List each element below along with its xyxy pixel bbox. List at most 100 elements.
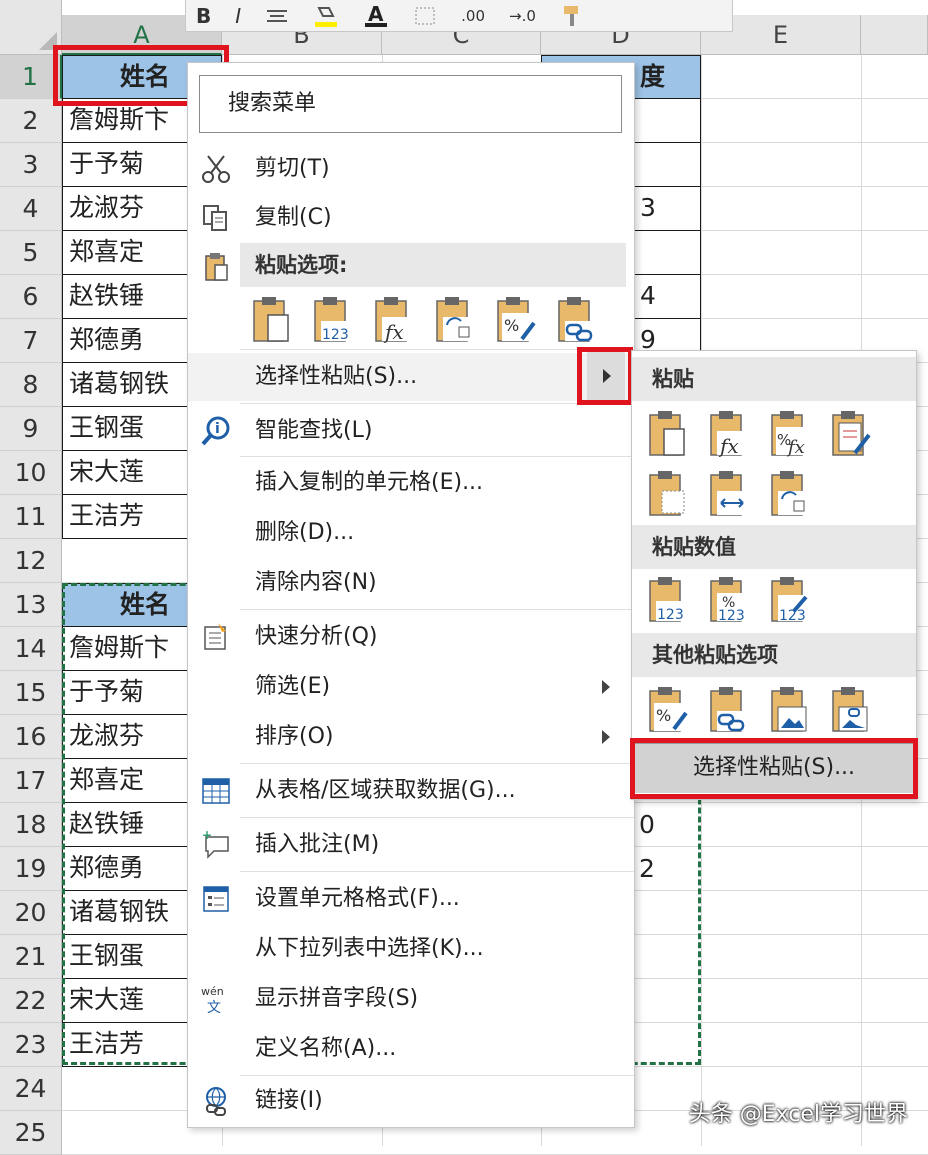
paste-link-icon[interactable]	[555, 295, 597, 345]
sort-submenu-arrow-icon	[602, 730, 610, 744]
paste-options-heading: 粘贴选项:	[240, 243, 626, 287]
menu-item-link[interactable]: 链接(I)	[188, 1077, 634, 1125]
menu-item-paste-special[interactable]: 选择性粘贴(S)...	[188, 353, 634, 401]
fill-color-icon[interactable]	[313, 2, 339, 30]
menu-item-sort[interactable]: 排序(O)	[188, 713, 634, 761]
row-header-21[interactable]: 21	[0, 935, 62, 979]
column-header-f[interactable]	[861, 15, 928, 55]
row-header-11[interactable]: 11	[0, 495, 62, 539]
menu-item-show-phonetic[interactable]: wén 文 显示拼音字段(S)	[188, 975, 634, 1023]
row-header-24[interactable]: 24	[0, 1067, 62, 1111]
menu-item-smart-lookup[interactable]: i 智能查找(L)	[188, 407, 634, 455]
row-header-8[interactable]: 8	[0, 363, 62, 407]
sub-formatting-icon[interactable]: %	[646, 685, 688, 735]
sub-paste-link-icon[interactable]	[707, 685, 749, 735]
paste-special-submenu: 粘贴 粘贴数值 其他粘贴选项 fx% fx 123% 123 123% 选择性粘贴(S)…	[631, 350, 917, 800]
svg-text:A: A	[368, 3, 384, 26]
row-header-3[interactable]: 3	[0, 143, 62, 187]
copy-icon	[203, 205, 227, 231]
font-color-icon[interactable]: A	[363, 2, 389, 30]
row-header-4[interactable]: 4	[0, 187, 62, 231]
paste-values-icon[interactable]: 123	[311, 295, 353, 345]
menu-item-insert-comment-label: 插入批注(M)	[255, 832, 380, 857]
menu-item-clear-contents-label: 清除内容(N)	[255, 570, 377, 595]
menu-item-pick-from-list[interactable]: 从下拉列表中选择(K)...	[188, 925, 634, 973]
menu-item-insert-copied[interactable]: 插入复制的单元格(E)...	[188, 459, 634, 507]
comment-icon: +	[202, 829, 229, 859]
svg-text:i: i	[215, 421, 220, 437]
sub-paste-formulas-icon[interactable]: fx	[707, 409, 749, 459]
menu-item-define-name[interactable]: 定义名称(A)...	[188, 1025, 634, 1073]
row-header-10[interactable]: 10	[0, 451, 62, 495]
menu-item-filter[interactable]: 筛选(E)	[188, 663, 634, 711]
menu-item-delete-label: 删除(D)...	[255, 520, 355, 545]
row-header-23[interactable]: 23	[0, 1023, 62, 1067]
row-header-9[interactable]: 9	[0, 407, 62, 451]
bold-button[interactable]: B	[196, 2, 211, 30]
sub-picture-icon[interactable]	[768, 685, 810, 735]
menu-item-quick-analysis[interactable]: 快速分析(Q)	[188, 613, 634, 661]
paste-transpose-icon[interactable]	[433, 295, 475, 345]
row-header-19[interactable]: 19	[0, 847, 62, 891]
row-header-6[interactable]: 6	[0, 275, 62, 319]
italic-button[interactable]: I	[235, 2, 241, 30]
menu-item-clear-contents[interactable]: 清除内容(N)	[188, 559, 634, 607]
sub-transpose-icon[interactable]	[768, 469, 810, 519]
filter-submenu-arrow-icon	[602, 680, 610, 694]
row-header-20[interactable]: 20	[0, 891, 62, 935]
menu-item-show-phonetic-label: 显示拼音字段(S)	[255, 986, 419, 1011]
svg-text:fx: fx	[383, 320, 404, 344]
sub-values-icon[interactable]: 123	[646, 575, 688, 625]
menu-item-cut[interactable]: 剪切(T)	[188, 145, 634, 193]
paste-formatting-icon[interactable]: %	[494, 295, 536, 345]
sub-linked-picture-icon[interactable]	[829, 685, 871, 735]
menu-item-insert-copied-label: 插入复制的单元格(E)...	[255, 470, 484, 495]
context-menu: 搜索菜单 剪切(T) 复制(C) 粘贴选项: 123 fx% 选择性粘贴(S)..…	[187, 62, 635, 1128]
menu-search-input[interactable]: 搜索菜单	[199, 75, 622, 133]
menu-item-cut-label: 剪切(T)	[255, 156, 330, 181]
sub-values-source-format-icon[interactable]: 123	[768, 575, 810, 625]
svg-text:+: +	[202, 829, 212, 842]
row-header-12[interactable]: 12	[0, 539, 62, 583]
menu-item-format-cells[interactable]: 设置单元格格式(F)...	[188, 875, 634, 923]
scissors-icon	[202, 155, 230, 183]
svg-text:%: %	[656, 706, 671, 725]
format-painter-icon[interactable]	[560, 2, 584, 30]
svg-text:fx: fx	[786, 437, 805, 458]
menu-item-sort-label: 排序(O)	[255, 724, 334, 749]
submenu-paste-heading: 粘贴	[632, 357, 916, 401]
paste-special-highlight-box	[630, 738, 918, 799]
row-header-18[interactable]: 18	[0, 803, 62, 847]
row-header-15[interactable]: 15	[0, 671, 62, 715]
menu-item-filter-label: 筛选(E)	[255, 674, 331, 699]
sub-no-borders-icon[interactable]	[646, 469, 688, 519]
sub-values-number-format-icon[interactable]: % 123	[707, 575, 749, 625]
svg-text:123: 123	[657, 607, 684, 623]
paste-formulas-icon[interactable]: fx	[372, 295, 414, 345]
sub-paste-formulas-number-format-icon[interactable]: % fx	[768, 409, 810, 459]
menu-item-copy[interactable]: 复制(C)	[188, 194, 634, 242]
row-header-7[interactable]: 7	[0, 319, 62, 363]
menu-item-insert-comment[interactable]: + 插入批注(M)	[188, 821, 634, 869]
format-cells-icon	[203, 886, 229, 912]
sub-paste-icon[interactable]	[646, 409, 688, 459]
borders-icon[interactable]	[413, 2, 437, 30]
row-header-22[interactable]: 22	[0, 979, 62, 1023]
menu-item-pick-from-list-label: 从下拉列表中选择(K)...	[255, 936, 484, 961]
row-header-25[interactable]: 25	[0, 1111, 62, 1155]
decrease-decimal-button[interactable]: →.0	[509, 2, 536, 30]
row-header-17[interactable]: 17	[0, 759, 62, 803]
row-header-5[interactable]: 5	[0, 231, 62, 275]
row-header-13[interactable]: 13	[0, 583, 62, 627]
menu-item-get-data[interactable]: 从表格/区域获取数据(G)...	[188, 767, 634, 815]
row-header-16[interactable]: 16	[0, 715, 62, 759]
clipboard-icon	[205, 253, 228, 281]
row-header-14[interactable]: 14	[0, 627, 62, 671]
menu-item-delete[interactable]: 删除(D)...	[188, 509, 634, 557]
increase-decimal-button[interactable]: .00	[461, 2, 485, 30]
sub-keep-source-formatting-icon[interactable]	[829, 409, 871, 459]
align-center-icon[interactable]	[265, 2, 289, 30]
paste-special-submenu-arrow-icon[interactable]	[587, 352, 625, 400]
sub-keep-column-width-icon[interactable]	[707, 469, 749, 519]
paste-icon[interactable]	[250, 295, 292, 345]
